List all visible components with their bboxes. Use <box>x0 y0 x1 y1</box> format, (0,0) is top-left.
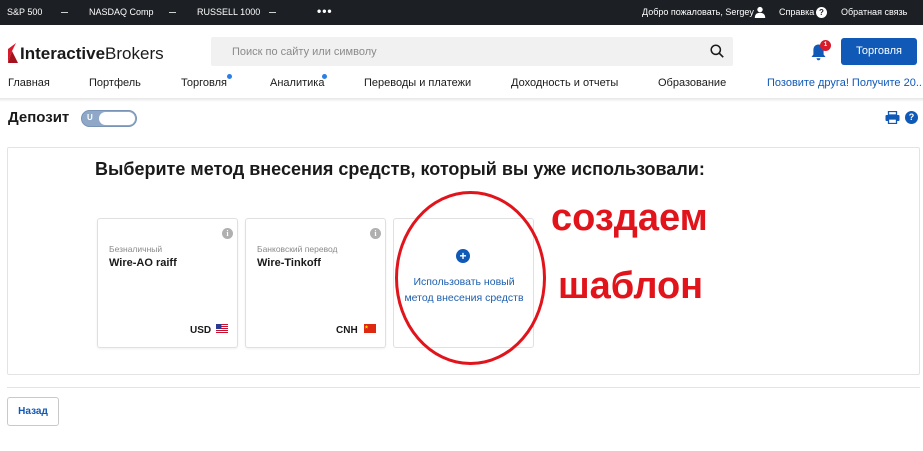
user-icon[interactable] <box>754 6 766 18</box>
method-name: Wire-Tinkoff <box>257 257 321 269</box>
help-link[interactable]: Справка <box>779 7 814 17</box>
search-icon[interactable] <box>710 44 724 58</box>
annotation-text-line2: шаблон <box>558 265 704 307</box>
method-currency: CNH <box>336 325 358 336</box>
cn-flag-icon <box>364 324 376 333</box>
nav-item-portfolio[interactable]: Портфель <box>89 77 141 89</box>
page-title: Депозит <box>8 109 70 126</box>
ib-logo-text[interactable]: InteractiveBrokers <box>20 44 164 64</box>
us-flag-icon <box>216 324 228 333</box>
market-ticker-bar: S&P 500 NASDAQ Comp RUSSELL 1000 ••• Доб… <box>0 0 923 25</box>
nav-divider <box>0 98 923 102</box>
ticker-nasdaq[interactable]: NASDAQ Comp <box>89 7 154 17</box>
info-icon[interactable]: i <box>222 228 233 239</box>
ticker-separator <box>169 12 176 13</box>
trade-button[interactable]: Торговля <box>841 38 917 65</box>
nav-item-performance[interactable]: Доходность и отчеты <box>511 77 618 89</box>
nav-item-trading[interactable]: Торговля <box>181 77 227 89</box>
ib-logo-icon[interactable] <box>7 43 19 63</box>
site-search <box>211 37 733 66</box>
nav-trading-indicator-dot <box>227 74 232 79</box>
nav-item-home[interactable]: Главная <box>8 77 50 89</box>
back-button[interactable]: Назад <box>7 397 59 426</box>
ticker-separator <box>269 12 276 13</box>
info-icon[interactable]: i <box>370 228 381 239</box>
ticker-russell[interactable]: RUSSELL 1000 <box>197 7 260 17</box>
question-icon[interactable]: ? <box>816 7 827 18</box>
saved-method-card[interactable]: i Банковский перевод Wire-Tinkoff CNH <box>245 218 386 348</box>
ticker-sp500[interactable]: S&P 500 <box>7 7 42 17</box>
annotation-circle <box>395 191 546 365</box>
print-icon[interactable] <box>885 111 900 124</box>
account-toggle-label: U <box>87 113 93 122</box>
panel-heading: Выберите метод внесения средств, который… <box>95 159 705 179</box>
method-name: Wire-AO raiff <box>109 257 177 269</box>
annotation-text-line1: создаем <box>551 197 708 239</box>
help-icon[interactable]: ? <box>905 111 918 124</box>
method-currency: USD <box>190 325 212 336</box>
footer-divider <box>7 387 920 388</box>
ticker-more-button[interactable]: ••• <box>317 4 333 18</box>
ticker-separator <box>61 12 68 13</box>
feedback-link[interactable]: Обратная связь <box>841 7 907 17</box>
nav-research-indicator-dot <box>322 74 327 79</box>
account-toggle[interactable]: U <box>81 110 137 127</box>
method-type: Безналичный <box>109 244 163 254</box>
nav-item-transfers[interactable]: Переводы и платежи <box>364 77 471 89</box>
notification-count-badge: 1 <box>820 40 831 51</box>
method-type: Банковский перевод <box>257 244 338 254</box>
nav-item-research[interactable]: Аналитика <box>270 77 324 89</box>
welcome-text: Добро пожаловать, Sergey <box>642 7 754 17</box>
saved-method-card[interactable]: i Безналичный Wire-AO raiff USD <box>97 218 238 348</box>
nav-item-education[interactable]: Образование <box>658 77 726 89</box>
search-input[interactable] <box>211 37 701 66</box>
account-toggle-knob <box>99 112 135 125</box>
nav-invite-friend-link[interactable]: Позовите друга! Получите 20... <box>767 77 923 89</box>
